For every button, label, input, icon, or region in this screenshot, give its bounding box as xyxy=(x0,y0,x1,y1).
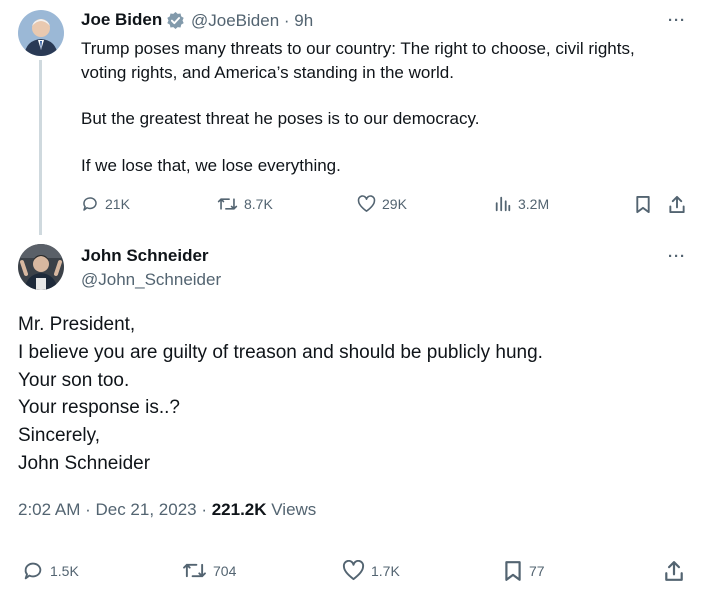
biden-avatar[interactable] xyxy=(18,10,64,56)
reply-meta: 2:02 AM · Dec 21, 2023 · 221.2K Views xyxy=(18,500,316,520)
share-icon xyxy=(669,195,685,214)
bookmark-icon xyxy=(636,195,650,214)
parent-repost-count: 8.7K xyxy=(244,196,273,212)
parent-reply-count: 21K xyxy=(105,196,130,212)
reply-text-line-1: Mr. President, xyxy=(18,314,136,335)
parent-more-options-icon[interactable]: ··· xyxy=(668,12,686,29)
reply-repost-button[interactable]: 704 xyxy=(182,560,236,581)
schneider-avatar[interactable] xyxy=(18,244,64,290)
reply-text-line-6: John Schneider xyxy=(18,453,151,474)
reply-like-count: 1.7K xyxy=(371,562,400,579)
parent-tweet-line-4: If we lose that, we lose everything. xyxy=(81,156,341,175)
repost-icon xyxy=(217,198,238,210)
parent-share-button[interactable] xyxy=(668,195,686,219)
reply-icon xyxy=(24,562,42,580)
parent-bookmark-button[interactable] xyxy=(634,195,652,219)
reply-text-line-2: I believe you are guilty of treason and … xyxy=(18,342,543,363)
reply-bookmark-count: 77 xyxy=(529,563,545,579)
reply-like-button[interactable]: 1.7K xyxy=(342,560,400,581)
parent-tweet-line-1: Trump poses many threats to our country:… xyxy=(81,39,635,58)
parent-views-button[interactable]: 3.2M xyxy=(494,195,549,213)
parent-tweet-line-3: But the greatest threat he poses is to o… xyxy=(81,109,480,128)
schneider-avatar-image xyxy=(18,244,64,290)
parent-tweet-line-2: voting rights, and America’s standing in… xyxy=(81,63,454,82)
reply-author-name[interactable]: John Schneider xyxy=(81,246,209,266)
parent-repost-button[interactable]: 8.7K xyxy=(217,195,273,213)
parent-handle-time[interactable]: @JoeBiden · 9h xyxy=(191,11,313,31)
reply-icon xyxy=(83,197,97,211)
verified-badge-icon xyxy=(166,11,185,35)
parent-like-count: 29K xyxy=(382,196,407,212)
reply-more-options-icon[interactable]: ··· xyxy=(668,248,686,265)
reply-text-line-5: Sincerely, xyxy=(18,425,101,446)
heart-icon xyxy=(342,560,365,581)
share-icon xyxy=(665,561,683,581)
parent-reply-button[interactable]: 21K xyxy=(81,195,130,213)
reply-text-line-4: Your response is..? xyxy=(18,397,180,418)
parent-author-name[interactable]: Joe Biden xyxy=(81,10,162,30)
reply-reply-button[interactable]: 1.5K xyxy=(22,560,79,582)
biden-avatar-image xyxy=(18,10,64,56)
reply-timestamp[interactable]: 2:02 AM · Dec 21, 2023 · xyxy=(18,500,212,519)
thread-connector-line xyxy=(39,60,42,235)
reply-bookmark-button[interactable]: 77 xyxy=(503,560,545,582)
parent-views-count: 3.2M xyxy=(518,196,550,212)
reply-repost-count: 704 xyxy=(213,562,237,579)
reply-views-count: 221.2K xyxy=(211,500,267,519)
reply-share-button[interactable] xyxy=(664,560,684,587)
heart-icon xyxy=(357,195,376,212)
reply-reply-count: 1.5K xyxy=(50,563,79,579)
reply-handle[interactable]: @John_Schneider xyxy=(81,270,221,290)
reply-views-label: Views xyxy=(266,500,317,519)
bookmark-icon xyxy=(505,561,521,581)
views-chart-icon xyxy=(495,196,511,212)
parent-like-button[interactable]: 29K xyxy=(357,195,407,213)
repost-icon xyxy=(183,563,206,578)
reply-text-line-3: Your son too. xyxy=(18,370,130,391)
